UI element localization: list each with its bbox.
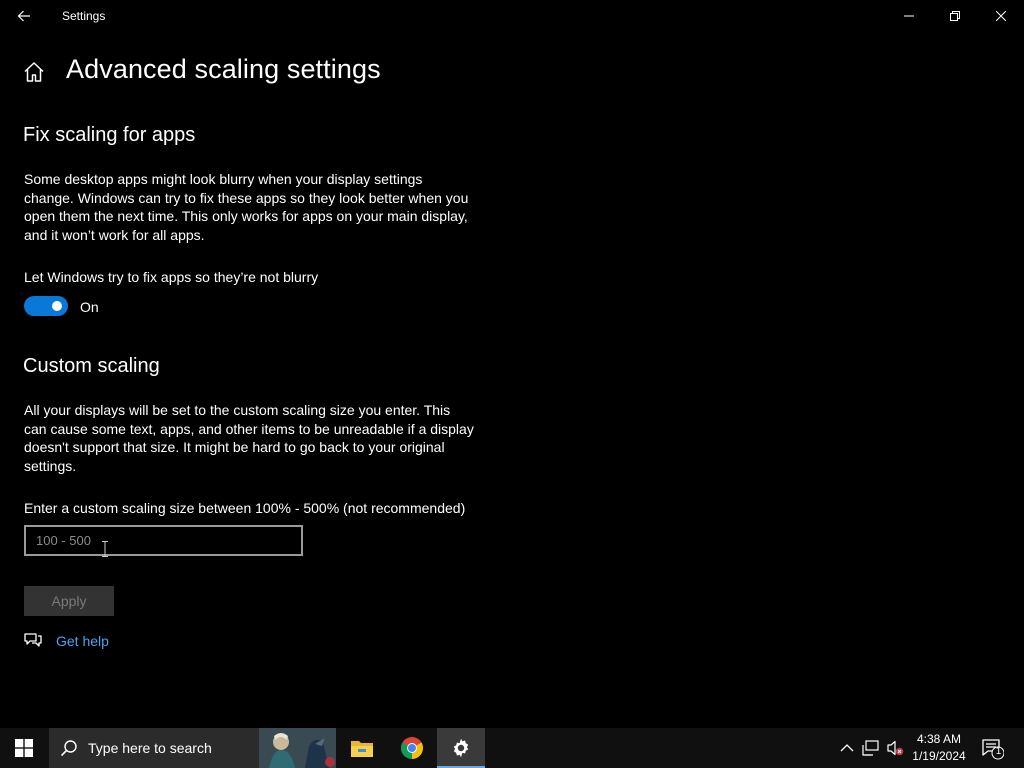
minimize-button[interactable] [886, 0, 932, 32]
fix-apps-toggle-label: Let Windows try to fix apps so they’re n… [24, 269, 319, 285]
back-arrow-icon [17, 10, 30, 22]
toggle-state-label: On [80, 299, 99, 315]
custom-scaling-heading: Custom scaling [23, 355, 160, 377]
title-bar: Settings [0, 0, 1024, 32]
network-icon[interactable] [862, 739, 880, 757]
taskbar-search-box[interactable]: Type here to search [49, 728, 336, 768]
taskbar-file-explorer[interactable] [338, 728, 386, 768]
volume-muted-icon[interactable] [886, 739, 904, 757]
restore-button[interactable] [932, 0, 978, 32]
custom-scaling-input-label: Enter a custom scaling size between 100%… [24, 500, 466, 516]
app-title: Settings [62, 9, 106, 23]
taskbar-settings[interactable] [437, 728, 485, 768]
apply-button[interactable]: Apply [24, 586, 114, 616]
chrome-icon [401, 737, 423, 759]
search-placeholder: Type here to search [88, 740, 212, 756]
restore-icon [950, 11, 960, 21]
chat-help-icon [24, 633, 42, 647]
search-icon [60, 740, 77, 757]
toggle-knob [52, 301, 62, 311]
fix-scaling-description: Some desktop apps might look blurry when… [24, 171, 469, 243]
file-explorer-icon [351, 741, 373, 757]
custom-scaling-description: All your displays will be set to the cus… [24, 402, 474, 474]
back-button[interactable] [4, 0, 44, 32]
action-center-button[interactable]: 1 [980, 736, 1005, 760]
minimize-icon [904, 15, 914, 17]
close-icon [996, 11, 1006, 21]
show-hidden-icons-chevron-icon[interactable] [838, 739, 856, 757]
custom-scaling-input[interactable] [24, 525, 303, 556]
page-title: Advanced scaling settings [66, 54, 381, 84]
get-help-link[interactable]: Get help [56, 633, 109, 649]
windows-logo-icon [15, 739, 33, 757]
close-button[interactable] [978, 0, 1024, 32]
home-icon[interactable] [22, 60, 46, 84]
fix-scaling-heading: Fix scaling for apps [23, 124, 196, 146]
clock-time: 4:38 AM [916, 732, 962, 746]
taskbar-chrome[interactable] [388, 728, 436, 768]
fix-apps-toggle[interactable] [24, 296, 68, 316]
notification-count-badge: 1 [995, 746, 1002, 757]
taskbar: Type here to search 4:38 AM 1/19/2024 1 [0, 728, 1024, 768]
search-highlight-illustration [259, 728, 336, 768]
start-button[interactable] [0, 728, 48, 768]
clock-date: 1/19/2024 [912, 749, 966, 763]
settings-gear-icon [453, 738, 469, 758]
taskbar-clock[interactable]: 4:38 AM 1/19/2024 [906, 731, 972, 765]
text-cursor-icon [102, 541, 108, 557]
